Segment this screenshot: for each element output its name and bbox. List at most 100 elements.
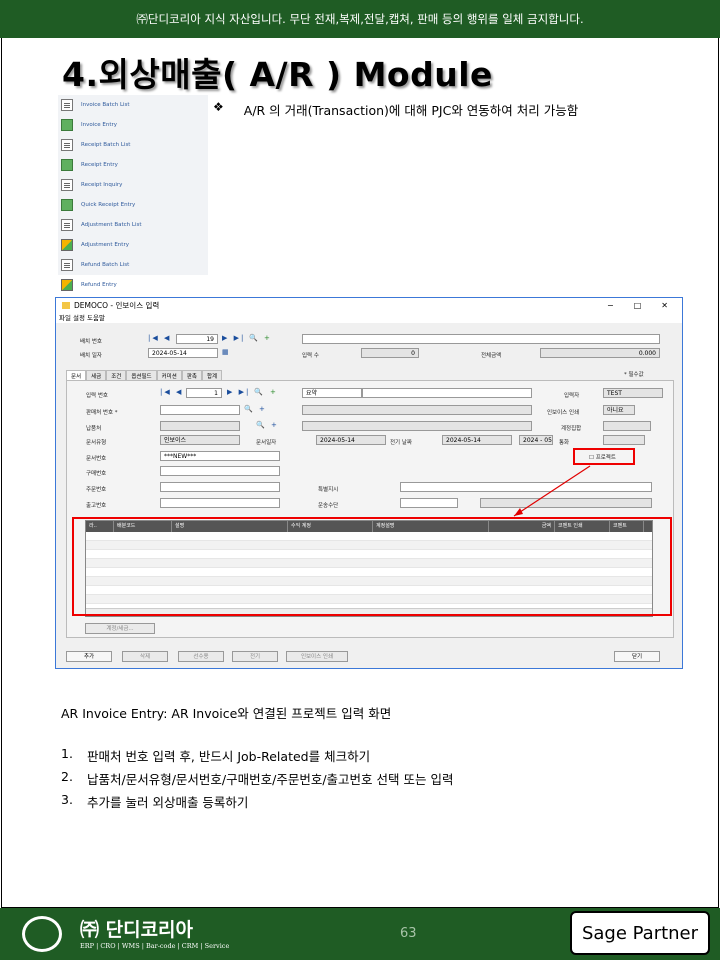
bullet-point: ❖ A/R 의 거래(Transaction)에 대해 PJC와 연동하여 처리… [213, 100, 578, 119]
customer-lookup-icon[interactable]: 🔍 + [244, 405, 267, 413]
currency-label: 통화 [559, 440, 570, 446]
entry-add-icon[interactable]: + [270, 388, 278, 396]
close-button[interactable]: 닫기 [614, 651, 660, 662]
menu-item[interactable]: Receipt Entry [58, 155, 208, 175]
customer-no-field[interactable] [160, 405, 240, 415]
tax-button[interactable]: 계정/세금... [85, 623, 155, 634]
menu-item-label: Receipt Batch List [81, 142, 131, 148]
period-field: 2024 - 05 [519, 435, 553, 445]
batch-no-field[interactable]: 19 [176, 334, 218, 344]
ship-to-label: 납품처 [86, 426, 102, 432]
step-item: 2. 납품처/문서유형/문서번호/구매번호/주문번호/출고번호 선택 또는 입력 [61, 769, 454, 787]
menu-item[interactable]: Receipt Batch List [58, 135, 208, 155]
batch-date-field[interactable]: 2024-05-14 [148, 348, 218, 358]
menu-item[interactable]: Invoice Entry [58, 115, 208, 135]
doc-date-field[interactable]: 2024-05-14 [316, 435, 386, 445]
copyright-banner: ㈜단디코리아 지식 자산입니다. 무단 전재,복제,전달,캡쳐, 판매 등의 행… [0, 0, 720, 38]
ship-via-desc-field [480, 498, 652, 508]
entry-icon [61, 119, 73, 131]
account-set-field[interactable] [603, 421, 651, 431]
menu-item-label: Refund Entry [81, 282, 117, 288]
doc-no-field[interactable]: ***NEW*** [160, 451, 280, 461]
page-number: 63 [400, 926, 417, 941]
job-related-highlight [573, 448, 635, 465]
shipment-no-label: 출고번호 [86, 503, 107, 509]
slide-title: 4.외상매출( A/R ) Module [62, 55, 493, 94]
order-no-field[interactable] [160, 482, 280, 492]
entry-count-field: 0 [361, 348, 419, 358]
post-date-field[interactable]: 2024-05-14 [442, 435, 512, 445]
doc-type-field[interactable]: 인보이스 [160, 435, 240, 445]
batch-desc-field[interactable] [302, 334, 660, 344]
step-item: 1. 판매처 번호 입력 후, 반드시 Job-Related를 체크하기 [61, 746, 371, 764]
screen-caption: AR Invoice Entry: AR Invoice와 연결된 프로젝트 입… [61, 706, 392, 721]
print-invoice-button[interactable]: 인보이스 인쇄 [286, 651, 348, 662]
add-icon[interactable]: + [264, 334, 272, 342]
diamond-bullet-icon: ❖ [213, 100, 224, 114]
summary-select[interactable]: 요약 [302, 388, 362, 398]
menu-item[interactable]: Invoice Batch List [58, 95, 208, 115]
window-menubar[interactable]: 파일 설정 도움말 [56, 312, 682, 323]
entry-first-prev-icon[interactable]: |◀ ◀ [160, 388, 183, 396]
menu-item[interactable]: Receipt Inquiry [58, 175, 208, 195]
order-no-label: 주문번호 [86, 487, 107, 493]
batch-list-icon [61, 99, 73, 111]
menu-item[interactable]: Adjustment Entry [58, 235, 208, 255]
ship-to-field[interactable] [160, 421, 240, 431]
entry-count-label: 입력 수 [302, 353, 319, 359]
account-set-label: 계정집합 [561, 426, 582, 432]
total-label: 전체금액 [481, 353, 502, 359]
batch-no-label: 배치 번호 [80, 339, 102, 345]
entry-next-last-icon[interactable]: ▶ ▶| [227, 388, 250, 396]
first-prev-icon[interactable]: |◀ ◀ [148, 334, 171, 342]
entry-search-icon[interactable]: 🔍 [254, 388, 265, 396]
window-titlebar: DEMOCO - 인보이스 입력 − □ ✕ [56, 298, 682, 312]
customer-name-field [302, 405, 532, 415]
post-button[interactable]: 전기 [232, 651, 278, 662]
post-date-label: 전기 날짜 [390, 440, 412, 446]
menu-item-label: Refund Batch List [81, 262, 130, 268]
shipment-no-field[interactable] [160, 498, 280, 508]
company-name: ㈜ 단디코리아 [80, 919, 194, 941]
close-icon[interactable]: ✕ [661, 301, 668, 310]
delete-button[interactable]: 삭제 [122, 651, 168, 662]
bullet-text: A/R 의 거래(Transaction)에 대해 PJC와 연동하여 처리 가… [243, 103, 579, 118]
receipt-icon [61, 159, 73, 171]
grid-highlight [72, 517, 672, 616]
menu-item[interactable]: Refund Entry [58, 275, 208, 295]
maximize-icon[interactable]: □ [634, 301, 642, 310]
special-instr-field[interactable] [400, 482, 652, 492]
po-no-field[interactable] [160, 466, 280, 476]
next-last-icon[interactable]: ▶ ▶| [222, 334, 245, 342]
menu-item-label: Quick Receipt Entry [81, 202, 136, 208]
calendar-icon[interactable]: ▦ [222, 348, 231, 356]
entered-by-label: 입력자 [564, 393, 580, 399]
ship-via-field[interactable] [400, 498, 458, 508]
menu-item[interactable]: Quick Receipt Entry [58, 195, 208, 215]
entry-no-label: 입력 번호 [86, 393, 108, 399]
add-button[interactable]: 추가 [66, 651, 112, 662]
search-icon[interactable]: 🔍 [249, 334, 260, 342]
receipt-icon [61, 199, 73, 211]
inquiry-icon [61, 179, 73, 191]
batch-list-icon [61, 219, 73, 231]
invoice-print-label: 인보이스 인쇄 [547, 410, 580, 416]
total-field: 0.000 [540, 348, 660, 358]
invoice-print-field: 아니요 [603, 405, 635, 415]
menu-item[interactable]: Adjustment Batch List [58, 215, 208, 235]
banner-text: ㈜단디코리아 지식 자산입니다. 무단 전재,복제,전달,캡쳐, 판매 등의 행… [136, 12, 584, 26]
po-no-label: 구매번호 [86, 471, 107, 477]
minimize-icon[interactable]: − [607, 301, 614, 310]
ar-menu-list: Invoice Batch List Invoice Entry Receipt… [58, 95, 208, 291]
prepayment-button[interactable]: 선수용 [178, 651, 224, 662]
batch-list-icon [61, 259, 73, 271]
company-logo-icon [22, 916, 62, 952]
menu-item-label: Adjustment Entry [81, 242, 129, 248]
entry-no-field[interactable]: 1 [186, 388, 222, 398]
step-item: 3. 추가를 눌러 외상매출 등록하기 [61, 792, 249, 810]
entry-desc-field[interactable] [362, 388, 532, 398]
menu-item-label: Receipt Entry [81, 162, 118, 168]
entered-by-field: TEST [603, 388, 663, 398]
ship-to-lookup-icon[interactable]: 🔍 + [256, 421, 279, 429]
menu-item[interactable]: Refund Batch List [58, 255, 208, 275]
